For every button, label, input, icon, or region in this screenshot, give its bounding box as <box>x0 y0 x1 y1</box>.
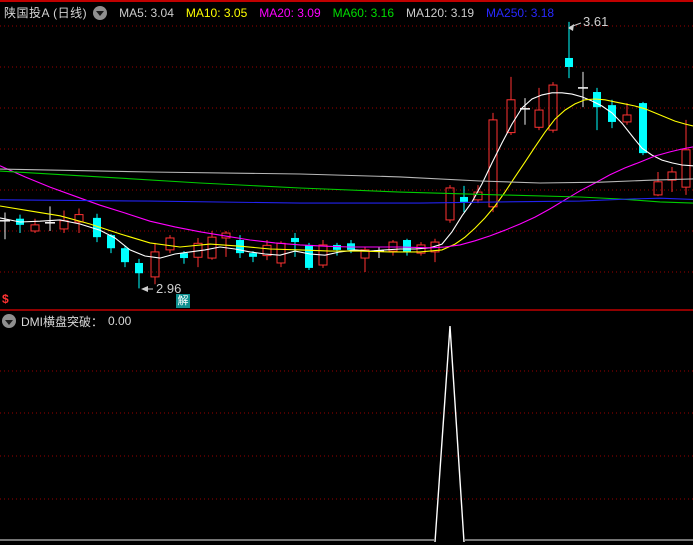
candle-down <box>135 262 143 274</box>
candle-up <box>622 114 632 123</box>
signal-spike <box>434 325 465 543</box>
sub-indicator-label: DMI横盘突破： <box>21 314 103 329</box>
candle-up <box>506 99 516 134</box>
main-chart[interactable] <box>0 0 693 545</box>
candle-down <box>333 244 341 250</box>
ma10-legend: MA10: 3.05 <box>185 5 248 20</box>
candle-up <box>165 237 175 251</box>
candle-down <box>403 240 411 252</box>
candle-down <box>565 57 573 67</box>
stock-app-window: 陕国投A (日线) MA5: 3.04 MA10: 3.05 MA20: 3.0… <box>0 0 693 545</box>
chevron-glyph <box>5 319 13 325</box>
low-annotation-arrow-tip <box>141 286 148 292</box>
candle-down <box>180 253 188 259</box>
chevron-down-icon[interactable] <box>93 5 108 20</box>
chevron-glyph <box>96 11 105 16</box>
candle-down <box>291 237 299 243</box>
candle-down <box>305 244 313 268</box>
dividend-marker[interactable]: $ <box>2 292 9 306</box>
ma60-line <box>0 170 693 204</box>
candle-up <box>534 109 544 128</box>
ma60-legend: MA60: 3.16 <box>332 5 394 20</box>
chart-header: 陕国投A (日线) MA5: 3.04 MA10: 3.05 MA20: 3.0… <box>4 4 554 21</box>
ma120-line <box>0 168 693 184</box>
candle-up <box>150 251 160 278</box>
sub-indicator-value: 0.00 <box>108 314 132 328</box>
ma5-legend: MA5: 3.04 <box>119 5 174 20</box>
high-price-label: 3.61 <box>583 14 609 29</box>
ma250-legend: MA250: 3.18 <box>486 5 555 20</box>
candle-up <box>488 119 498 208</box>
candle-up <box>653 181 663 196</box>
candle-up <box>681 149 691 188</box>
ma20-legend: MA20: 3.09 <box>259 5 321 20</box>
ma120-legend: MA120: 3.19 <box>406 5 475 20</box>
candle-up <box>276 242 286 264</box>
candle-down <box>121 248 129 263</box>
ma250-line <box>0 197 693 204</box>
candle-up <box>445 187 455 221</box>
candle-up <box>30 224 40 232</box>
candle-up <box>59 220 69 230</box>
chevron-down-icon[interactable] <box>2 314 16 328</box>
sub-indicator-header: DMI横盘突破： 0.00 <box>2 313 131 329</box>
stock-title: 陕国投A (日线) <box>4 6 88 20</box>
share-unlock-badge[interactable]: 解 <box>176 294 190 308</box>
candle-down <box>460 196 468 202</box>
candle-down <box>249 253 257 257</box>
